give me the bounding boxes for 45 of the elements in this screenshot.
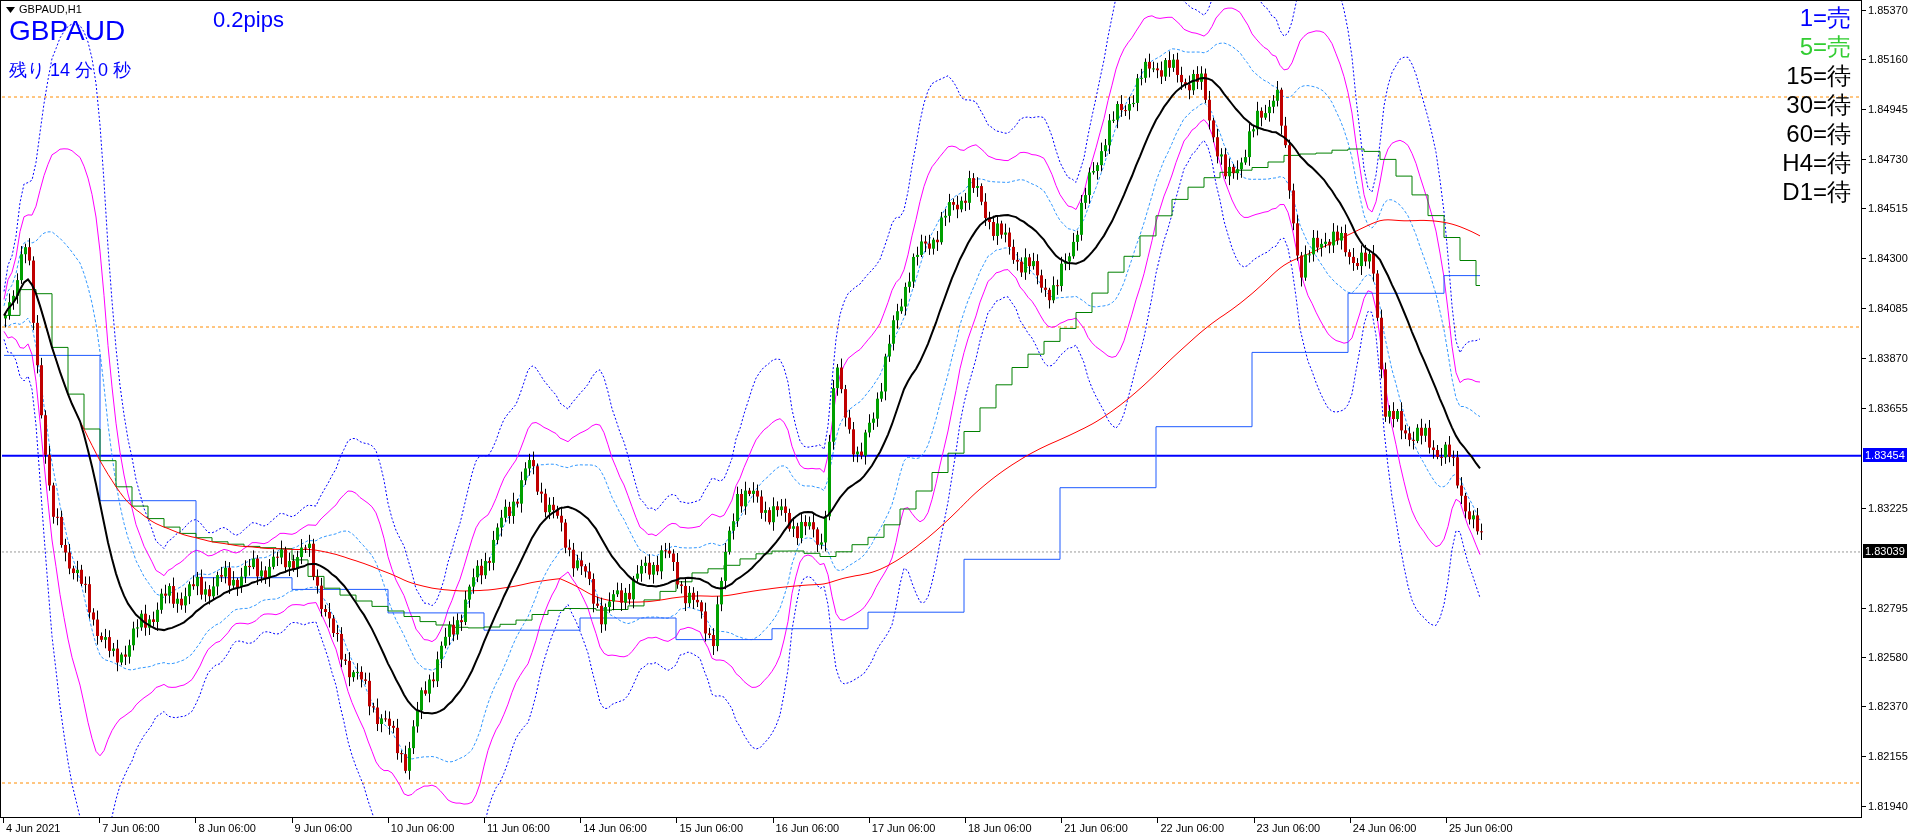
- price-label: 1.84515: [1862, 201, 1908, 216]
- price-label: 1.85160: [1862, 51, 1908, 66]
- price-label: 1.85370: [1862, 3, 1908, 17]
- price-label: 1.82155: [1862, 749, 1908, 764]
- price-label: 1.84300: [1862, 251, 1908, 266]
- time-label: 11 Jun 06:00: [484, 821, 550, 835]
- time-label: 25 Jun 06:00: [1446, 821, 1513, 835]
- signal-label: 60=待: [1786, 119, 1851, 148]
- signal-label: H4=待: [1782, 148, 1851, 177]
- time-label: 22 Jun 06:00: [1157, 821, 1224, 835]
- time-label: 9 Jun 06:00: [291, 821, 353, 835]
- signal-label: 15=待: [1786, 61, 1851, 90]
- price-label: 1.83655: [1862, 401, 1908, 415]
- remaining-time-label: 残り 14 分 0 秒: [9, 59, 132, 81]
- price-label: 1.82580: [1862, 650, 1908, 665]
- time-label: 15 Jun 06:00: [676, 821, 743, 835]
- time-label: 4 Jun 2021: [3, 821, 61, 835]
- spread-label: 0.2pips: [213, 7, 284, 33]
- price-label: 1.82795: [1862, 600, 1908, 615]
- time-label: 14 Jun 06:00: [580, 821, 647, 835]
- time-label: 21 Jun 06:00: [1061, 821, 1128, 835]
- price-label: 1.84085: [1862, 301, 1908, 316]
- price-label: 1.83870: [1862, 351, 1908, 366]
- time-label: 7 Jun 06:00: [99, 821, 160, 835]
- time-label: 17 Jun 06:00: [868, 821, 936, 835]
- time-label: 18 Jun 06:00: [965, 821, 1032, 835]
- time-label: 8 Jun 06:00: [195, 821, 256, 835]
- time-label: 10 Jun 06:00: [387, 821, 455, 835]
- price-marker: 1.83454: [1863, 447, 1907, 462]
- price-label: 1.83225: [1862, 500, 1908, 515]
- time-label: 23 Jun 06:00: [1253, 821, 1321, 835]
- price-label: 1.82370: [1862, 699, 1908, 714]
- price-label: 1.84730: [1862, 151, 1908, 166]
- symbol-label: GBPAUD: [9, 15, 126, 47]
- signal-label: 1=売: [1799, 3, 1851, 32]
- signal-label: D1=待: [1782, 177, 1851, 206]
- time-label: 24 Jun 06:00: [1349, 821, 1417, 835]
- chart-title: GBPAUD,H1: [19, 3, 82, 16]
- price-label: 1.84945: [1862, 101, 1908, 116]
- signal-label: 5=売: [1799, 32, 1851, 61]
- time-label: 16 Jun 06:00: [772, 821, 840, 835]
- price-marker: 1.83039: [1863, 543, 1907, 558]
- price-label: 1.81940: [1862, 799, 1908, 813]
- caret-icon[interactable]: [6, 6, 15, 13]
- signal-label: 30=待: [1786, 90, 1851, 119]
